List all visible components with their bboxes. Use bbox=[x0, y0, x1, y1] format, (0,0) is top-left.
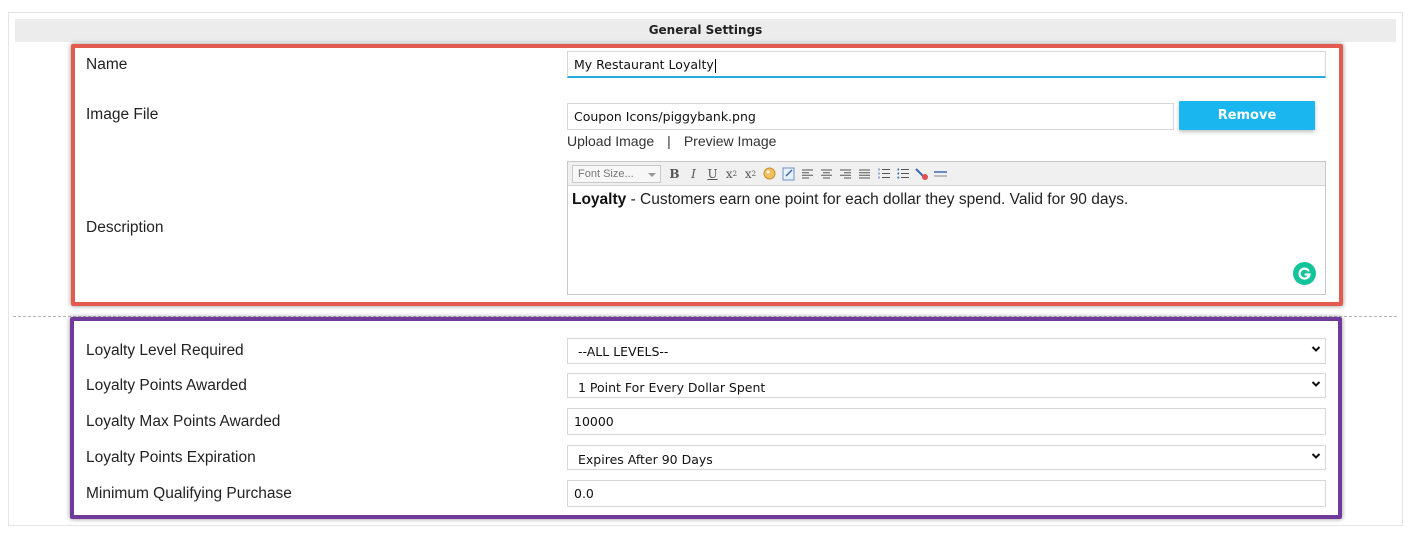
loyalty-expiration-value: Expires After 90 Days bbox=[578, 452, 713, 467]
name-input[interactable]: My Restaurant Loyalty bbox=[567, 51, 1326, 78]
chevron-down-icon bbox=[1311, 380, 1321, 387]
loyalty-points-value: 1 Point For Every Dollar Spent bbox=[578, 380, 766, 395]
ordered-list-icon[interactable] bbox=[874, 165, 893, 183]
loyalty-expiration-select[interactable]: Expires After 90 Days bbox=[567, 445, 1326, 470]
chevron-down-icon bbox=[1311, 452, 1321, 459]
editor-content[interactable]: Loyalty - Customers earn one point for e… bbox=[568, 186, 1325, 214]
image-file-input[interactable]: Coupon Icons/piggybank.png bbox=[567, 103, 1174, 130]
subscript-icon[interactable]: x2 bbox=[722, 165, 741, 183]
min-purchase-label: Minimum Qualifying Purchase bbox=[86, 485, 292, 502]
link-separator: | bbox=[667, 133, 671, 149]
editor-bold-text: Loyalty bbox=[572, 191, 627, 208]
align-center-icon[interactable] bbox=[817, 165, 836, 183]
remove-button[interactable]: Remove bbox=[1179, 101, 1315, 130]
unordered-list-icon[interactable] bbox=[893, 165, 912, 183]
font-size-select[interactable]: Font Size... bbox=[572, 164, 661, 183]
loyalty-expiration-label: Loyalty Points Expiration bbox=[86, 449, 256, 466]
description-editor[interactable]: Font Size... B I U x2 x2 Loyalty - Custo… bbox=[567, 161, 1326, 295]
superscript-icon[interactable]: x2 bbox=[741, 165, 760, 183]
bold-icon[interactable]: B bbox=[665, 165, 684, 183]
loyalty-level-value: --ALL LEVELS-- bbox=[578, 344, 669, 359]
name-label: Name bbox=[86, 56, 128, 73]
section-header-general-settings: General Settings bbox=[15, 19, 1396, 42]
font-size-placeholder: Font Size... bbox=[578, 167, 634, 180]
image-links: Upload Image | Preview Image bbox=[567, 133, 776, 149]
align-justify-icon[interactable] bbox=[855, 165, 874, 183]
loyalty-max-points-input[interactable]: 10000 bbox=[567, 408, 1326, 435]
loyalty-points-label: Loyalty Points Awarded bbox=[86, 377, 247, 394]
editor-body-text: - Customers earn one point for each doll… bbox=[626, 191, 1129, 208]
name-input-value: My Restaurant Loyalty bbox=[574, 57, 714, 72]
align-left-icon[interactable] bbox=[798, 165, 817, 183]
upload-image-link[interactable]: Upload Image bbox=[567, 133, 654, 149]
loyalty-level-label: Loyalty Level Required bbox=[86, 342, 244, 359]
loyalty-max-points-label: Loyalty Max Points Awarded bbox=[86, 413, 281, 430]
image-icon[interactable] bbox=[760, 165, 779, 183]
grammarly-icon[interactable] bbox=[1293, 262, 1316, 285]
dropdown-arrow-icon bbox=[648, 172, 656, 177]
min-purchase-input[interactable]: 0.0 bbox=[567, 480, 1326, 507]
align-right-icon[interactable] bbox=[836, 165, 855, 183]
clean-format-icon[interactable] bbox=[912, 165, 931, 183]
editor-toolbar: Font Size... B I U x2 x2 bbox=[568, 162, 1325, 186]
loyalty-points-select[interactable]: 1 Point For Every Dollar Spent bbox=[567, 373, 1326, 398]
loyalty-level-select[interactable]: --ALL LEVELS-- bbox=[567, 338, 1326, 364]
chevron-down-icon bbox=[1311, 346, 1321, 352]
preview-image-link[interactable]: Preview Image bbox=[684, 133, 777, 149]
text-cursor bbox=[714, 58, 716, 73]
description-label: Description bbox=[86, 219, 164, 236]
underline-icon[interactable]: U bbox=[703, 165, 722, 183]
horizontal-rule-icon[interactable] bbox=[931, 165, 950, 183]
italic-icon[interactable]: I bbox=[684, 165, 703, 183]
image-file-label: Image File bbox=[86, 106, 159, 123]
link-icon[interactable] bbox=[779, 165, 798, 183]
